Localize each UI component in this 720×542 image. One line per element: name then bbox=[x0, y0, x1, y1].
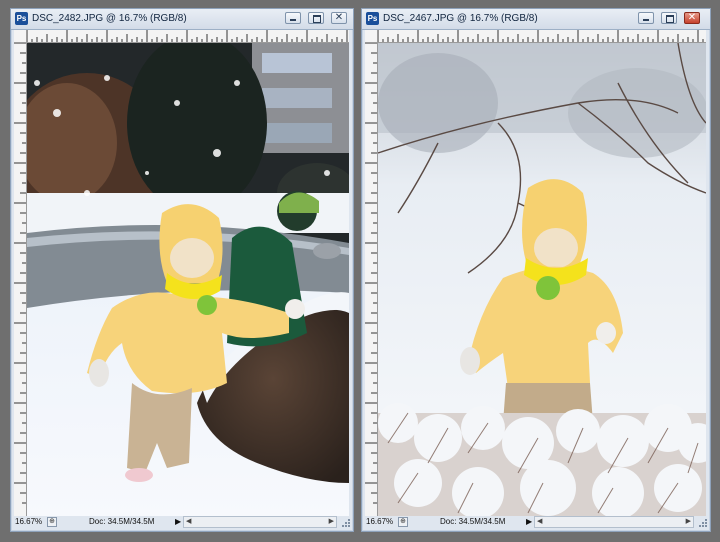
horizontal-ruler[interactable] bbox=[27, 30, 349, 43]
image-canvas[interactable] bbox=[378, 43, 706, 517]
document-window-1[interactable]: Ps DSC_2482.JPG @ 16.7% (RGB/8) ✕ 16.67%… bbox=[10, 8, 354, 532]
status-info-icon[interactable]: ⊕ bbox=[398, 517, 408, 527]
status-info-icon[interactable]: ⊕ bbox=[47, 517, 57, 527]
minimize-button[interactable] bbox=[638, 12, 654, 24]
photo-child-with-rock bbox=[27, 43, 349, 517]
document-window-2[interactable]: Ps DSC_2467.JPG @ 16.7% (RGB/8) ✕ 16.67%… bbox=[361, 8, 711, 532]
maximize-button[interactable] bbox=[308, 12, 324, 24]
window-title: DSC_2482.JPG @ 16.7% (RGB/8) bbox=[32, 13, 187, 24]
vertical-ruler[interactable] bbox=[14, 43, 27, 517]
scroll-left-icon[interactable]: ◀ bbox=[537, 517, 542, 527]
horizontal-scrollbar[interactable]: ◀ ▶ bbox=[534, 516, 694, 528]
minimize-button[interactable] bbox=[285, 12, 301, 24]
title-bar[interactable]: Ps DSC_2482.JPG @ 16.7% (RGB/8) ✕ bbox=[11, 9, 353, 30]
horizontal-scrollbar[interactable]: ◀ ▶ bbox=[183, 516, 337, 528]
maximize-icon bbox=[309, 13, 323, 23]
vertical-ruler[interactable] bbox=[365, 43, 378, 517]
photo-child-in-snow bbox=[378, 43, 706, 517]
ruler-ticks bbox=[378, 30, 704, 42]
minimize-icon bbox=[286, 13, 300, 23]
zoom-level-field[interactable]: 16.67% bbox=[15, 517, 43, 527]
photoshop-document-icon: Ps bbox=[15, 12, 28, 25]
close-icon: ✕ bbox=[687, 12, 697, 23]
window-title: DSC_2467.JPG @ 16.7% (RGB/8) bbox=[383, 13, 538, 24]
close-button[interactable]: ✕ bbox=[331, 12, 347, 24]
ruler-ticks bbox=[365, 43, 377, 504]
maximize-button[interactable] bbox=[661, 12, 677, 24]
scroll-left-icon[interactable]: ◀ bbox=[186, 517, 191, 527]
status-bar: 16.67% ⊕ Doc: 34.5M/34.5M ▶ ◀ ▶ bbox=[13, 516, 351, 528]
minimize-icon bbox=[639, 13, 653, 23]
ruler-ticks bbox=[14, 43, 26, 504]
maximize-icon bbox=[662, 13, 676, 23]
horizontal-ruler[interactable] bbox=[378, 30, 706, 43]
scroll-right-icon[interactable]: ▶ bbox=[329, 517, 334, 527]
title-bar[interactable]: Ps DSC_2467.JPG @ 16.7% (RGB/8) ✕ bbox=[362, 9, 710, 30]
resize-grip-icon[interactable] bbox=[339, 516, 351, 528]
close-button[interactable]: ✕ bbox=[684, 12, 700, 24]
status-menu-arrow-icon[interactable]: ▶ bbox=[526, 517, 532, 527]
resize-grip-icon[interactable] bbox=[696, 516, 708, 528]
close-icon: ✕ bbox=[334, 12, 344, 23]
zoom-level-field[interactable]: 16.67% bbox=[366, 517, 394, 527]
scroll-right-icon[interactable]: ▶ bbox=[686, 517, 691, 527]
status-menu-arrow-icon[interactable]: ▶ bbox=[175, 517, 181, 527]
document-size-info: Doc: 34.5M/34.5M bbox=[89, 517, 155, 526]
ruler-ticks bbox=[27, 30, 348, 42]
status-bar: 16.67% ⊕ Doc: 34.5M/34.5M ▶ ◀ ▶ bbox=[364, 516, 708, 528]
document-size-info: Doc: 34.5M/34.5M bbox=[440, 517, 506, 526]
ruler-origin[interactable] bbox=[365, 30, 378, 43]
ruler-origin[interactable] bbox=[14, 30, 27, 43]
image-canvas[interactable] bbox=[27, 43, 349, 517]
photoshop-document-icon: Ps bbox=[366, 12, 379, 25]
